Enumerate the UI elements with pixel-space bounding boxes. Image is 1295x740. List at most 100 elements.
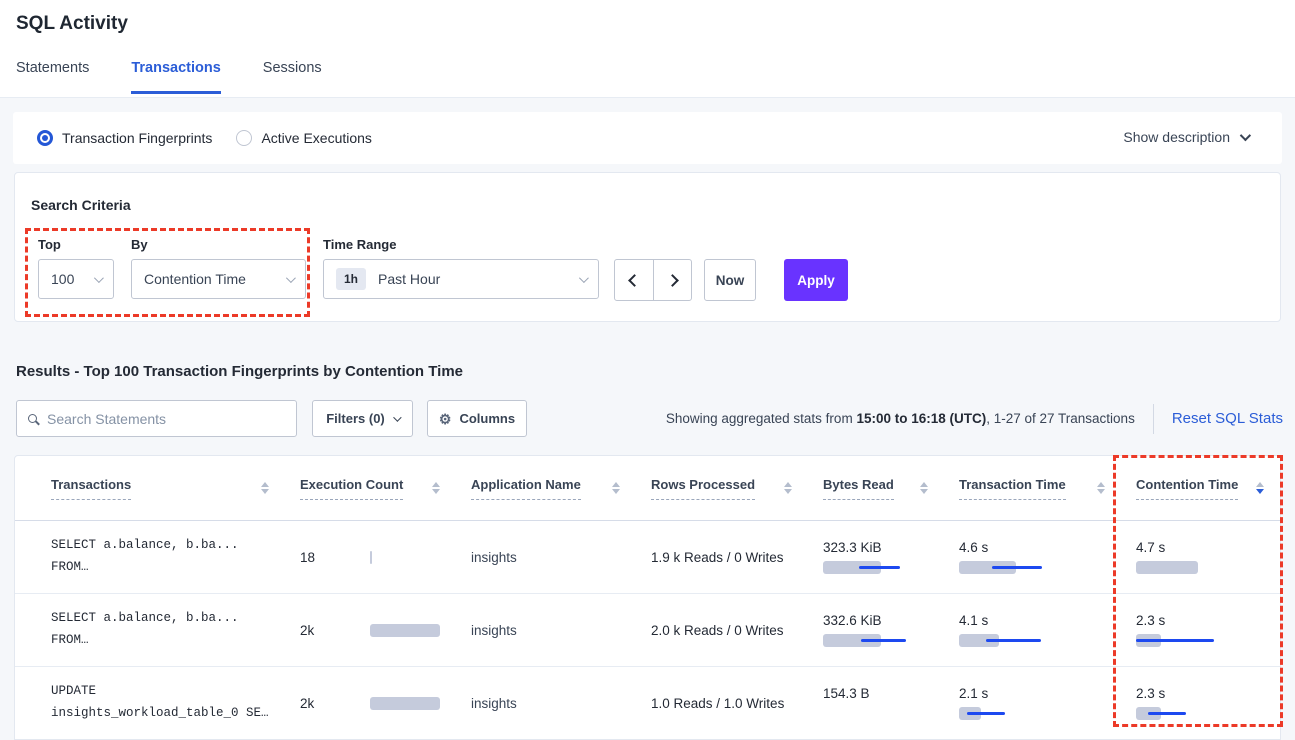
by-select[interactable]: Contention Time: [131, 259, 306, 299]
transaction-time-value: 2.1 s: [959, 686, 1113, 701]
search-statements-box[interactable]: [16, 400, 297, 437]
radio-active-executions[interactable]: Active Executions: [236, 130, 372, 146]
stats-area: Showing aggregated stats from 15:00 to 1…: [666, 400, 1283, 437]
rows-processed: 1.9 k Reads / 0 Writes: [651, 550, 800, 565]
chevron-down-icon: [286, 273, 296, 283]
contention-time-bar: [1136, 634, 1246, 647]
chevron-down-icon: [94, 273, 104, 283]
col-header-rows-processed[interactable]: Rows Processed: [638, 456, 810, 520]
contention-time-value: 2.3 s: [1136, 613, 1272, 628]
rows-processed: 2.0 k Reads / 0 Writes: [651, 623, 800, 638]
bytes-read-bar: [823, 561, 933, 574]
by-select-value: Contention Time: [144, 271, 246, 287]
sort-icon[interactable]: [432, 482, 440, 494]
col-header-transaction-time[interactable]: Transaction Time: [946, 456, 1123, 520]
chevron-down-icon: [579, 273, 589, 283]
radio-unselected-icon[interactable]: [236, 130, 252, 146]
top-label: Top: [38, 237, 61, 252]
chevron-down-icon: [393, 413, 401, 421]
radio-fingerprints-label: Transaction Fingerprints: [62, 130, 212, 146]
stats-summary: Showing aggregated stats from 15:00 to 1…: [666, 411, 1135, 426]
contention-time-bar: [1136, 561, 1246, 574]
table-row[interactable]: SELECT a.balance, b.ba... FROM… 2k insig…: [15, 594, 1280, 667]
filters-label: Filters (0): [326, 411, 385, 426]
top-select[interactable]: 100: [38, 259, 114, 299]
transactions-table: Transactions Execution Count Application…: [14, 455, 1281, 740]
results-controls: Filters (0) ⚙ Columns Showing aggregated…: [16, 400, 1283, 438]
now-button[interactable]: Now: [704, 259, 756, 301]
time-range-label: Time Range: [323, 237, 396, 252]
time-nav-group: [614, 259, 692, 301]
time-next-button[interactable]: [653, 260, 691, 300]
chevron-right-icon: [666, 274, 679, 287]
chevron-down-icon: [1240, 130, 1251, 141]
table-row[interactable]: SELECT a.balance, b.ba... FROM… 18 insig…: [15, 521, 1280, 594]
sort-icon[interactable]: [1097, 482, 1105, 494]
bytes-read-value: 323.3 KiB: [823, 540, 936, 555]
view-toggle-bar: Transaction Fingerprints Active Executio…: [13, 112, 1282, 164]
search-criteria-heading: Search Criteria: [31, 197, 131, 213]
reset-sql-stats-link[interactable]: Reset SQL Stats: [1172, 410, 1283, 427]
contention-time-bar: [1136, 707, 1246, 720]
sort-icon[interactable]: [784, 482, 792, 494]
show-description-label: Show description: [1123, 129, 1230, 145]
show-description-toggle[interactable]: Show description: [1123, 129, 1248, 145]
top-select-value: 100: [51, 271, 74, 287]
col-header-execution-count[interactable]: Execution Count: [287, 456, 458, 520]
transaction-query-link[interactable]: SELECT a.balance, b.ba... FROM…: [51, 608, 277, 652]
sort-icon-active-desc[interactable]: [1256, 482, 1264, 494]
columns-label: Columns: [459, 411, 515, 426]
search-statements-input[interactable]: [47, 411, 267, 427]
transaction-time-bar: [959, 634, 1069, 647]
table-header-row: Transactions Execution Count Application…: [15, 456, 1280, 521]
application-name: insights: [471, 550, 628, 565]
tab-bar: Statements Transactions Sessions: [16, 60, 322, 94]
tabs-divider: [0, 97, 1295, 98]
transaction-time-bar: [959, 561, 1069, 574]
execution-count-value: 18: [300, 550, 370, 565]
sort-icon[interactable]: [920, 482, 928, 494]
filters-button[interactable]: Filters (0): [312, 400, 413, 437]
results-heading: Results - Top 100 Transaction Fingerprin…: [16, 363, 463, 380]
sort-icon[interactable]: [261, 482, 269, 494]
radio-active-exec-label: Active Executions: [261, 130, 372, 146]
sort-icon[interactable]: [612, 482, 620, 494]
tab-sessions[interactable]: Sessions: [263, 60, 322, 94]
gear-icon: ⚙: [439, 412, 452, 426]
transaction-query-link[interactable]: SELECT a.balance, b.ba... FROM…: [51, 535, 277, 579]
execution-count-bar: [370, 697, 448, 710]
time-prev-button[interactable]: [615, 260, 653, 300]
chevron-left-icon: [628, 274, 641, 287]
execution-count-value: 2k: [300, 623, 370, 638]
col-header-application-name[interactable]: Application Name: [458, 456, 638, 520]
transaction-time-bar: [959, 707, 1069, 720]
time-range-badge: 1h: [336, 268, 366, 290]
radio-selected-icon[interactable]: [37, 130, 53, 146]
col-header-contention-time[interactable]: Contention Time: [1123, 456, 1281, 520]
radio-transaction-fingerprints[interactable]: Transaction Fingerprints: [37, 130, 212, 146]
transaction-time-value: 4.6 s: [959, 540, 1113, 555]
execution-count-value: 2k: [300, 696, 370, 711]
contention-time-value: 4.7 s: [1136, 540, 1272, 555]
col-header-bytes-read[interactable]: Bytes Read: [810, 456, 946, 520]
by-label: By: [131, 237, 148, 252]
apply-button[interactable]: Apply: [784, 259, 848, 301]
col-header-transactions[interactable]: Transactions: [15, 456, 287, 520]
bytes-read-bar: [823, 634, 933, 647]
page-header: SQL Activity Statements Transactions Ses…: [0, 0, 1295, 98]
columns-button[interactable]: ⚙ Columns: [427, 400, 527, 437]
tab-statements[interactable]: Statements: [16, 60, 89, 94]
rows-processed: 1.0 Reads / 1.0 Writes: [651, 696, 800, 711]
time-range-select[interactable]: 1h Past Hour: [323, 259, 599, 299]
transaction-time-value: 4.1 s: [959, 613, 1113, 628]
bytes-read-value: 154.3 B: [823, 686, 936, 701]
page-title: SQL Activity: [16, 13, 128, 35]
table-row[interactable]: UPDATE insights_workload_table_0 SE… 2k …: [15, 667, 1280, 740]
tab-transactions[interactable]: Transactions: [131, 60, 220, 94]
stats-divider: [1153, 404, 1154, 434]
transaction-query-link[interactable]: UPDATE insights_workload_table_0 SE…: [51, 681, 277, 725]
execution-count-bar: [370, 624, 448, 637]
execution-count-bar: [370, 551, 448, 564]
contention-time-value: 2.3 s: [1136, 686, 1272, 701]
application-name: insights: [471, 696, 628, 711]
